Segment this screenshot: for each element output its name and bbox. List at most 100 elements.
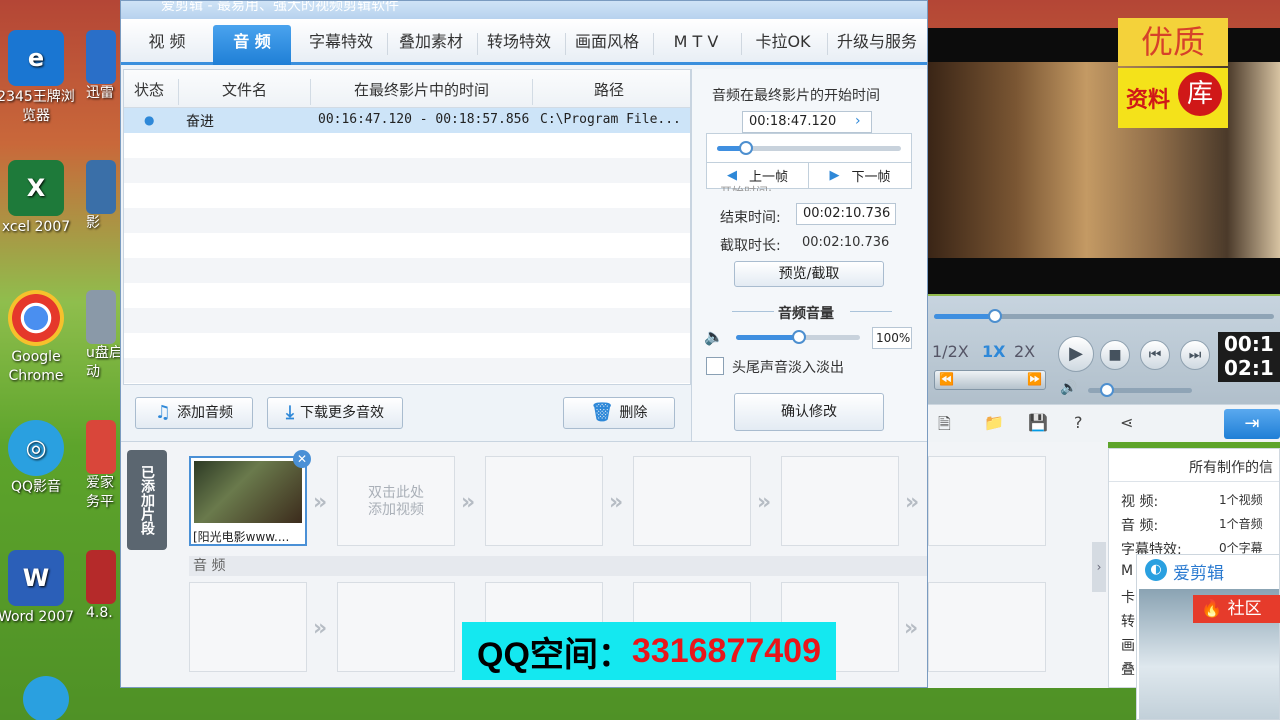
volume-slider-knob[interactable] (792, 330, 806, 344)
empty-video-slot[interactable] (633, 456, 751, 546)
expand-panel-icon[interactable]: › (1092, 542, 1106, 592)
desktop-icon-clipped[interactable]: 4.8. (86, 550, 120, 623)
table-row[interactable]: ● 奋进 00:16:47.120 - 00:18:57.856 C:\Prog… (124, 108, 690, 133)
save-icon[interactable]: 💾 (1028, 413, 1048, 432)
empty-audio-slot[interactable] (189, 582, 307, 672)
added-clips-tab[interactable]: 已添加片段 (127, 450, 167, 550)
seek-bar[interactable]: ⏪ ⏩ (934, 370, 1046, 390)
start-label: 开始时间: (720, 183, 772, 191)
rewind-icon[interactable]: ⏪ (939, 372, 954, 386)
col-time[interactable]: 在最终影片中的时间 (354, 79, 489, 100)
empty-audio-slot[interactable] (337, 582, 455, 672)
chevron-right-icon[interactable]: › (855, 113, 861, 129)
player-volume-knob[interactable] (1100, 383, 1114, 397)
fade-checkbox[interactable] (706, 357, 724, 375)
row-path: C:\Program File... (540, 112, 681, 127)
speed-1x[interactable]: 1X (982, 342, 1005, 361)
stop-button[interactable]: ■ (1100, 340, 1130, 370)
word-icon: W (8, 550, 64, 606)
desktop-icon-label: u盘启 动 (86, 345, 120, 380)
status-dot: ● (144, 113, 155, 127)
tab-transition[interactable]: 转场特效 (479, 25, 559, 59)
prev-button[interactable]: ⏮ (1140, 340, 1170, 370)
stats-title: 所有制作的信 (1189, 460, 1273, 476)
volume-icon[interactable]: 🔊 (1060, 380, 1077, 396)
tab-subtitle-effects[interactable]: 字幕特效 (301, 25, 381, 59)
tab-overlay[interactable]: 叠加素材 (391, 25, 471, 59)
desktop-icon-clipped[interactable]: 影 (86, 160, 120, 233)
tab-video[interactable]: 视 频 (129, 25, 205, 59)
forward-icon[interactable]: ⏩ (1027, 372, 1042, 386)
next-frame-button[interactable]: ▶ 下一帧 (809, 162, 911, 188)
desktop-icon-word[interactable]: W Word 2007 (0, 550, 76, 627)
qq-label: QQ空间： (477, 635, 632, 674)
confirm-button[interactable]: 确认修改 (734, 393, 884, 431)
add-audio-button[interactable]: ♫ 添加音频 (135, 397, 253, 429)
export-icon[interactable]: ⇥ (1224, 409, 1280, 439)
empty-video-slot[interactable]: 双击此处 添加视频 (337, 456, 455, 546)
audio-settings-panel: 音频在最终影片的开始时间 00:18:47.120 › ◀ 上一帧 ▶ 下一帧 … (691, 69, 927, 441)
delete-button[interactable]: 🗑 删除 (563, 397, 675, 429)
row-time: 00:16:47.120 - 00:18:57.856 (318, 112, 530, 127)
download-more-button[interactable]: ⤓ 下载更多音效 (267, 397, 403, 429)
next-icon: ▶ (829, 168, 840, 183)
desktop-icon-clipped[interactable]: 迅雷 (86, 30, 120, 103)
position-slider-knob[interactable] (739, 141, 753, 155)
help-icon[interactable]: ? (1074, 413, 1083, 432)
empty-video-slot[interactable] (485, 456, 603, 546)
close-icon[interactable]: ✕ (293, 450, 311, 468)
desktop-icon-excel[interactable]: X xcel 2007 (0, 160, 76, 237)
desktop-icon-label: 迅雷 (86, 85, 114, 101)
desktop-icon-aijianji[interactable] (6, 676, 86, 720)
tab-picture-style[interactable]: 画面风格 (567, 25, 647, 59)
main-tabs: 视 频 音 频 字幕特效 叠加素材 转场特效 画面风格 M T V 卡拉OK 升… (121, 19, 927, 65)
desktop-icon-chrome[interactable]: Google Chrome (0, 290, 76, 386)
tab-upgrade-service[interactable]: 升级与服务 (831, 25, 923, 59)
playback-knob[interactable] (988, 309, 1002, 323)
tab-audio[interactable]: 音 频 (213, 25, 291, 65)
next-button[interactable]: ⏭ (1180, 340, 1210, 370)
start-time-input[interactable]: 00:18:47.120 (742, 111, 872, 133)
audio-list-header: 状态 文件名 在最终影片中的时间 路径 (124, 70, 690, 108)
play-button[interactable]: ▶ (1058, 336, 1094, 372)
speed-half[interactable]: 1/2X (932, 342, 969, 361)
time-current: 00:1 (1224, 332, 1274, 356)
col-status[interactable]: 状态 (134, 79, 164, 100)
tab-karaoke[interactable]: 卡拉OK (745, 25, 821, 59)
app-icon (86, 420, 116, 474)
volume-title: 音频音量 (778, 306, 834, 322)
speaker-icon[interactable]: 🔈 (704, 327, 724, 346)
next-frame-label: 下一帧 (851, 170, 891, 185)
desktop-icon-2345-browser[interactable]: e 2345王牌浏 览器 (0, 30, 76, 126)
desktop-icon-clipped[interactable]: u盘启 动 (86, 290, 120, 382)
empty-video-slot[interactable] (928, 456, 1046, 546)
open-folder-icon[interactable]: 📁 (984, 413, 1004, 432)
tab-mtv[interactable]: M T V (657, 25, 735, 59)
empty-audio-slot[interactable] (928, 582, 1046, 672)
watermark-top: 优质 (1118, 18, 1228, 66)
chevron-right-icon: » (461, 490, 476, 515)
community-label: 社区 (1227, 599, 1262, 619)
new-file-icon[interactable]: 🗎 (938, 413, 951, 440)
qq-number: 3316877409 (631, 631, 821, 670)
qqplayer-icon: ◎ (8, 420, 64, 476)
end-time-input[interactable]: 00:02:10.736 (796, 203, 896, 225)
col-filename[interactable]: 文件名 (222, 79, 267, 100)
preview-clip-button[interactable]: 预览/截取 (734, 261, 884, 287)
empty-video-slot[interactable] (781, 456, 899, 546)
desktop-icon-clipped[interactable]: 爱家 务平 (86, 420, 120, 512)
community-badge[interactable]: 🔥 社区 (1193, 595, 1280, 623)
volume-value[interactable]: 100% (872, 327, 912, 349)
table-row-empty (124, 258, 690, 283)
table-row-empty (124, 208, 690, 233)
share-icon[interactable]: ⋖ (1120, 413, 1133, 432)
video-clip[interactable]: [阳光电影www.... ✕ (189, 450, 311, 546)
community-popup[interactable]: ◐ 爱剪辑 🔥 社区 (1136, 554, 1280, 720)
chevron-right-icon: » (757, 490, 772, 515)
speed-2x[interactable]: 2X (1014, 342, 1035, 361)
col-path[interactable]: 路径 (594, 79, 624, 100)
empty-slot-text: 双击此处 添加视频 (368, 485, 424, 518)
desktop-icon-label: QQ影音 (10, 479, 62, 495)
desktop-icon-qqplayer[interactable]: ◎ QQ影音 (0, 420, 76, 497)
window-titlebar[interactable]: 爱剪辑 - 最易用、强大的视频剪辑软件 (121, 1, 927, 19)
